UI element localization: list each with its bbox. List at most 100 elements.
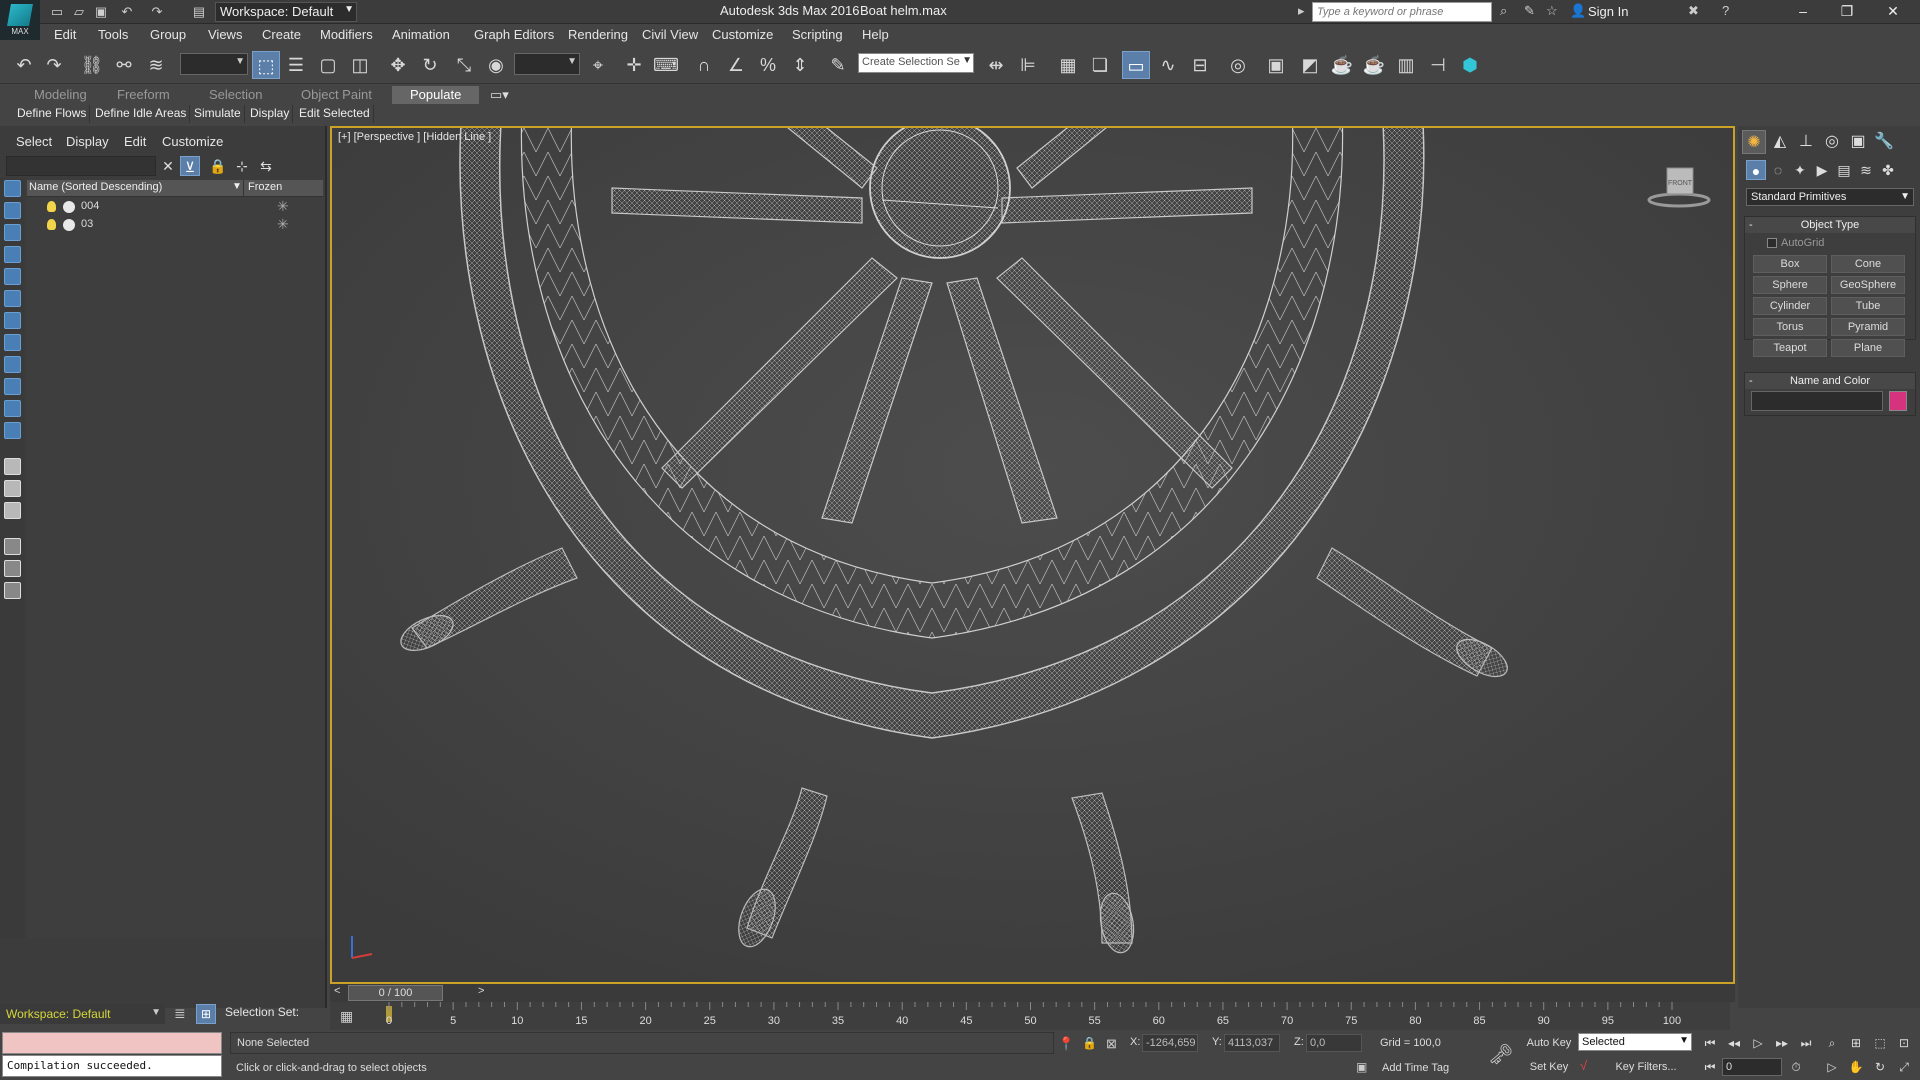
angle-snap-icon[interactable]: ∠	[722, 51, 750, 79]
set-keys-icon[interactable]: 🗝	[1488, 1042, 1513, 1067]
display-tab-icon[interactable]: ▣	[1846, 130, 1870, 154]
menu-create[interactable]: Create	[262, 27, 301, 42]
edit-named-sets-icon[interactable]: ✎	[824, 51, 852, 79]
subscription-icon[interactable]: ✎	[1524, 3, 1535, 19]
x-coordinate-field[interactable]: -1264,659	[1142, 1034, 1198, 1052]
lock-icon[interactable]: 🔒	[208, 156, 228, 176]
absolute-mode-icon[interactable]: ⊠	[1106, 1036, 1117, 1052]
tab-populate[interactable]: Populate	[392, 86, 480, 104]
select-object-icon[interactable]: ⬚	[252, 51, 280, 79]
percent-snap-icon[interactable]: %	[754, 51, 782, 79]
material-editor-icon[interactable]: ◎	[1224, 51, 1252, 79]
column-frozen[interactable]: Frozen	[243, 180, 323, 197]
key-filters-button[interactable]: Key Filters...	[1600, 1058, 1692, 1076]
redo-quick-icon[interactable]: ↷	[148, 3, 166, 21]
menu-tools[interactable]: Tools	[98, 27, 128, 42]
align-icon[interactable]: ⊫	[1014, 51, 1042, 79]
visibility-icon[interactable]	[63, 201, 75, 213]
subtab-define-idle-areas[interactable]: Define Idle Areas	[92, 105, 191, 123]
render-production-icon[interactable]: ☕	[1328, 51, 1356, 79]
cone-button[interactable]: Cone	[1831, 255, 1905, 273]
display-invert-icon[interactable]	[4, 502, 21, 519]
search-input[interactable]: Type a keyword or phrase	[1312, 2, 1492, 22]
next-frame-icon[interactable]: ▸▸	[1772, 1034, 1792, 1052]
geometry-category-icon[interactable]: ●	[1746, 160, 1766, 180]
menu-group[interactable]: Group	[150, 27, 186, 42]
plane-button[interactable]: Plane	[1831, 339, 1905, 357]
se-menu-edit[interactable]: Edit	[124, 134, 146, 149]
display-bones-icon[interactable]	[4, 356, 21, 373]
subtab-define-flows[interactable]: Define Flows	[14, 105, 91, 123]
app-logo[interactable]: MAX	[0, 0, 40, 40]
render-setup-icon[interactable]: ▣	[1262, 51, 1290, 79]
layer-explorer-icon[interactable]: ❏	[1086, 51, 1114, 79]
filter-list-icon[interactable]	[4, 560, 21, 577]
toggle-ribbon-icon[interactable]: ▭	[1122, 51, 1150, 79]
zoom-all-icon[interactable]: ⊞	[1846, 1034, 1866, 1052]
tab-object-paint[interactable]: Object Paint	[297, 86, 376, 104]
filter-layer-icon[interactable]	[4, 582, 21, 599]
selection-filter-dropdown[interactable]: ▼	[180, 53, 248, 75]
previous-frame-icon[interactable]: ◂◂	[1724, 1034, 1744, 1052]
render-iterative-icon[interactable]: ☕	[1360, 51, 1388, 79]
favorites-star-icon[interactable]: ☆	[1546, 3, 1558, 19]
link-icon[interactable]: ⛓	[78, 51, 106, 79]
named-selection-dropdown[interactable]: Create Selection Se ▼	[858, 53, 974, 73]
maxscript-output[interactable]: Compilation succeeded.	[2, 1055, 222, 1077]
schematic-view-icon[interactable]: ⊟	[1186, 51, 1214, 79]
search-arrow-icon[interactable]: ▸	[1298, 3, 1305, 19]
help-icon[interactable]: ?	[1722, 3, 1729, 18]
binoculars-icon[interactable]: ⌕	[1500, 3, 1507, 19]
auto-key-button[interactable]: Auto Key	[1524, 1034, 1574, 1052]
undo-quick-icon[interactable]: ↶	[118, 3, 136, 21]
set-key-button[interactable]: Set Key	[1524, 1058, 1574, 1076]
time-slider[interactable]: < 0 / 100 >	[330, 984, 1735, 1002]
torus-button[interactable]: Torus	[1753, 318, 1827, 336]
subtab-display[interactable]: Display	[247, 105, 294, 123]
cylinder-button[interactable]: Cylinder	[1753, 297, 1827, 315]
tab-freeform[interactable]: Freeform	[113, 86, 174, 104]
rect-selection-icon[interactable]: ▢	[314, 51, 342, 79]
play-icon[interactable]: ▷	[1748, 1034, 1768, 1052]
unlink-icon[interactable]: ⚯	[110, 51, 138, 79]
modify-tab-icon[interactable]: ◭	[1768, 130, 1792, 154]
autogrid-checkbox[interactable]: AutoGrid	[1767, 237, 1824, 249]
space-warps-category-icon[interactable]: ≋	[1856, 160, 1876, 180]
visibility-icon[interactable]	[63, 219, 75, 231]
display-all-icon[interactable]	[4, 458, 21, 475]
selection-lock-icon[interactable]: 🔒	[1082, 1036, 1097, 1050]
place-icon[interactable]: ◉	[482, 51, 510, 79]
menu-modifiers[interactable]: Modifiers	[320, 27, 373, 42]
tube-button[interactable]: Tube	[1831, 297, 1905, 315]
z-coordinate-field[interactable]: 0,0	[1306, 1034, 1362, 1052]
lights-category-icon[interactable]: ✦	[1790, 160, 1810, 180]
scene-explorer-toggle-icon[interactable]: ▦	[1054, 51, 1082, 79]
hierarchy-icon[interactable]: ⊹	[232, 156, 252, 176]
mirror-icon[interactable]: ⇹	[982, 51, 1010, 79]
minimize-button[interactable]: –	[1782, 0, 1824, 24]
shapes-category-icon[interactable]: ◌	[1768, 160, 1788, 180]
reference-coord-dropdown[interactable]: ▼	[514, 53, 580, 75]
menu-help[interactable]: Help	[862, 27, 889, 42]
menu-animation[interactable]: Animation	[392, 27, 450, 42]
create-tab-icon[interactable]: ✺	[1742, 130, 1766, 154]
utilities-tab-icon[interactable]: 🔧	[1872, 130, 1896, 154]
maxscript-listener-input[interactable]	[2, 1032, 222, 1054]
zoom-icon[interactable]: ⌕	[1822, 1034, 1842, 1052]
maximize-viewport-icon[interactable]: ⤢	[1894, 1058, 1914, 1076]
user-icon[interactable]: 👤	[1570, 3, 1586, 19]
tab-selection[interactable]: Selection	[205, 86, 266, 104]
light-bulb-icon[interactable]	[47, 219, 56, 230]
rendered-frame-window-icon[interactable]: ◩	[1296, 51, 1324, 79]
workspace-dropdown[interactable]: Workspace: Default ▼	[215, 2, 357, 22]
go-to-start-icon[interactable]: ⏮	[1700, 1034, 1720, 1052]
hierarchy-tab-icon[interactable]: ⊥	[1794, 130, 1818, 154]
display-space-warps-icon[interactable]	[4, 290, 21, 307]
display-xrefs-icon[interactable]	[4, 334, 21, 351]
sync-selection-icon[interactable]: ⇆	[256, 156, 276, 176]
geosphere-button[interactable]: GeoSphere	[1831, 276, 1905, 294]
autodesk-a360-icon[interactable]: ⬢	[1456, 51, 1484, 79]
se-search-input[interactable]	[6, 156, 156, 176]
menu-customize[interactable]: Customize	[712, 27, 773, 42]
isolate-icon[interactable]: 📍	[1058, 1036, 1074, 1052]
